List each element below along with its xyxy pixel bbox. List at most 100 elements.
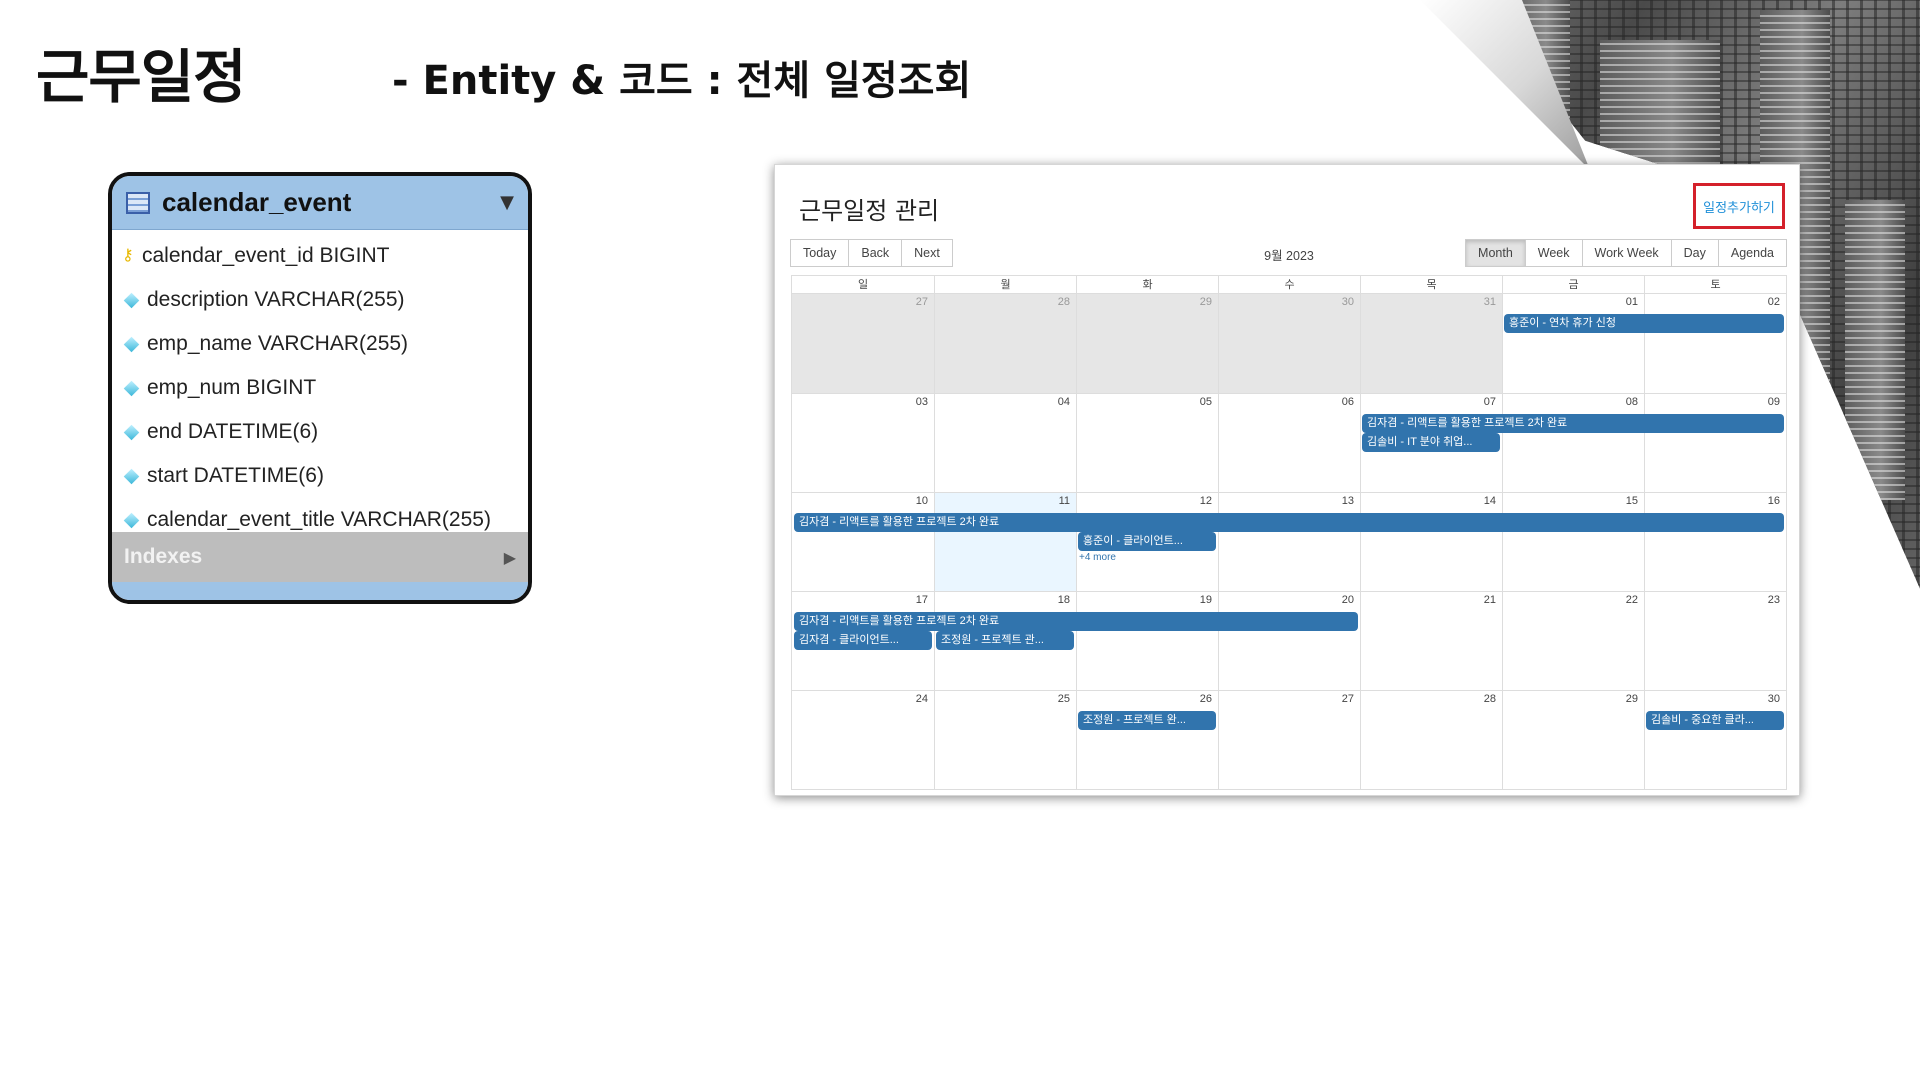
day-number[interactable]: 12 — [1200, 495, 1212, 507]
day-number[interactable]: 29 — [1626, 693, 1638, 705]
day-cell[interactable]: 01 — [1502, 294, 1644, 393]
day-number[interactable]: 22 — [1626, 594, 1638, 606]
calendar-event[interactable]: 조정원 - 프로젝트 관... — [936, 631, 1074, 650]
view-agenda-button[interactable]: Agenda — [1717, 239, 1787, 267]
day-cell[interactable]: 13 — [1218, 493, 1360, 591]
day-cell[interactable]: 29 — [1502, 691, 1644, 789]
day-cell[interactable]: 10 — [792, 493, 934, 591]
day-cell[interactable]: 21 — [1360, 592, 1502, 690]
day-number[interactable]: 24 — [916, 693, 928, 705]
view-month-button[interactable]: Month — [1465, 239, 1526, 267]
day-number[interactable]: 25 — [1058, 693, 1070, 705]
day-cell[interactable]: 26 — [1076, 691, 1218, 789]
day-number[interactable]: 18 — [1058, 594, 1070, 606]
day-cell[interactable]: 08 — [1502, 394, 1644, 492]
day-cell[interactable]: 27 — [1218, 691, 1360, 789]
calendar-event[interactable]: 홍준이 - 클라이언트... — [1078, 532, 1216, 551]
day-number[interactable]: 31 — [1484, 296, 1496, 308]
day-number[interactable]: 11 — [1059, 495, 1070, 507]
navigation-button-group: Today Back Next — [790, 239, 953, 267]
day-cell[interactable]: 15 — [1502, 493, 1644, 591]
weekday-header: 목 — [1360, 276, 1502, 294]
day-number[interactable]: 30 — [1342, 296, 1354, 308]
day-cell[interactable]: 25 — [934, 691, 1076, 789]
day-cell[interactable]: 06 — [1218, 394, 1360, 492]
column-diamond-icon — [123, 468, 140, 484]
calendar-event[interactable]: 조정원 - 프로젝트 완... — [1078, 711, 1216, 730]
day-cell[interactable]: 05 — [1076, 394, 1218, 492]
day-number[interactable]: 13 — [1342, 495, 1354, 507]
week-row: 24 25 26 27 28 29 30 조정원 - 프로젝트 완... 김솔비 - 중요한 클… — [792, 690, 1786, 789]
day-number[interactable]: 27 — [1342, 693, 1354, 705]
day-cell[interactable]: 16 — [1644, 493, 1786, 591]
day-number[interactable]: 06 — [1342, 396, 1354, 408]
day-number[interactable]: 23 — [1768, 594, 1780, 606]
day-cell[interactable]: 28 — [934, 294, 1076, 393]
day-number[interactable]: 21 — [1484, 594, 1496, 606]
calendar-event[interactable]: 김자겸 - 클라이언트... — [794, 631, 932, 650]
day-cell[interactable]: 30 — [1644, 691, 1786, 789]
day-cell[interactable]: 30 — [1218, 294, 1360, 393]
day-number[interactable]: 28 — [1058, 296, 1070, 308]
weekday-header: 일 — [857, 279, 869, 291]
calendar-event[interactable]: 김자겸 - 리액트를 활용한 프로젝트 2차 완료 — [794, 513, 1784, 532]
weekday-header: 월 — [934, 276, 1076, 294]
day-number[interactable]: 14 — [1484, 495, 1496, 507]
next-button[interactable]: Next — [901, 239, 953, 267]
day-cell[interactable]: 03 — [792, 394, 934, 492]
day-cell[interactable]: 02 — [1644, 294, 1786, 393]
day-number[interactable]: 09 — [1768, 396, 1780, 408]
day-number[interactable]: 05 — [1200, 396, 1212, 408]
day-number[interactable]: 20 — [1342, 594, 1354, 606]
day-number[interactable]: 29 — [1200, 296, 1212, 308]
erd-indexes-section[interactable]: Indexes ▶ — [112, 532, 528, 582]
back-button[interactable]: Back — [848, 239, 903, 267]
day-cell[interactable]: 14 — [1360, 493, 1502, 591]
week-row: 03 04 05 06 07 08 09 김자겸 - 리액트를 활용한 프로젝트 2차 완료 김… — [792, 393, 1786, 492]
week-row: 17 18 19 20 21 22 23 김자겸 - 리액트를 활용한 프로젝트 2차 완료 김… — [792, 591, 1786, 690]
day-number[interactable]: 10 — [916, 495, 928, 507]
day-cell[interactable]: 11 — [934, 493, 1076, 591]
day-cell[interactable]: 22 — [1502, 592, 1644, 690]
view-day-button[interactable]: Day — [1670, 239, 1719, 267]
day-cell[interactable]: 24 — [792, 691, 934, 789]
calendar-event[interactable]: 김솔비 - 중요한 클라... — [1646, 711, 1784, 730]
day-cell[interactable]: 09 — [1644, 394, 1786, 492]
day-cell[interactable]: 29 — [1076, 294, 1218, 393]
erd-entity-calendar-event: calendar_event ▼ ⚷ calendar_event_id BIGI… — [108, 172, 532, 604]
day-number[interactable]: 17 — [916, 594, 928, 606]
day-number[interactable]: 15 — [1626, 495, 1638, 507]
calendar-event[interactable]: 홍준이 - 연차 휴가 신청 — [1504, 314, 1784, 333]
erd-column-label: end DATETIME(6) — [147, 420, 319, 443]
calendar-event[interactable]: 김솔비 - IT 분야 취업... — [1362, 433, 1500, 452]
calendar-event[interactable]: 김자겸 - 리액트를 활용한 프로젝트 2차 완료 — [1362, 414, 1784, 433]
calendar-event[interactable]: 김자겸 - 리액트를 활용한 프로젝트 2차 완료 — [794, 612, 1358, 631]
day-number[interactable]: 07 — [1484, 396, 1496, 408]
day-number[interactable]: 08 — [1626, 396, 1638, 408]
erd-header: calendar_event ▼ — [112, 176, 528, 230]
day-number[interactable]: 28 — [1484, 693, 1496, 705]
day-number[interactable]: 02 — [1768, 296, 1780, 308]
day-cell[interactable]: 04 — [934, 394, 1076, 492]
day-cell[interactable]: 19 — [1076, 592, 1218, 690]
day-number[interactable]: 19 — [1200, 594, 1212, 606]
day-number[interactable]: 27 — [916, 296, 928, 308]
view-work-week-button[interactable]: Work Week — [1581, 239, 1672, 267]
day-cell[interactable]: 23 — [1644, 592, 1786, 690]
day-number[interactable]: 03 — [916, 396, 928, 408]
day-cell[interactable]: 27 — [792, 294, 934, 393]
day-number[interactable]: 01 — [1626, 296, 1638, 308]
day-cell[interactable]: 31 — [1360, 294, 1502, 393]
add-schedule-button[interactable]: 일정추가하기 — [1693, 183, 1785, 229]
day-number[interactable]: 16 — [1768, 495, 1780, 507]
today-button[interactable]: Today — [790, 239, 850, 267]
day-number[interactable]: 30 — [1768, 693, 1780, 705]
day-number[interactable]: 26 — [1200, 693, 1212, 705]
day-cell[interactable]: 28 — [1360, 691, 1502, 789]
show-more-link[interactable]: +4 more — [1079, 552, 1116, 563]
day-number[interactable]: 04 — [1058, 396, 1070, 408]
day-cell[interactable]: 20 — [1218, 592, 1360, 690]
collapse-triangle-icon[interactable]: ▼ — [500, 192, 514, 213]
erd-column-label: calendar_event_title VARCHAR(255) — [147, 508, 491, 531]
view-week-button[interactable]: Week — [1524, 239, 1583, 267]
